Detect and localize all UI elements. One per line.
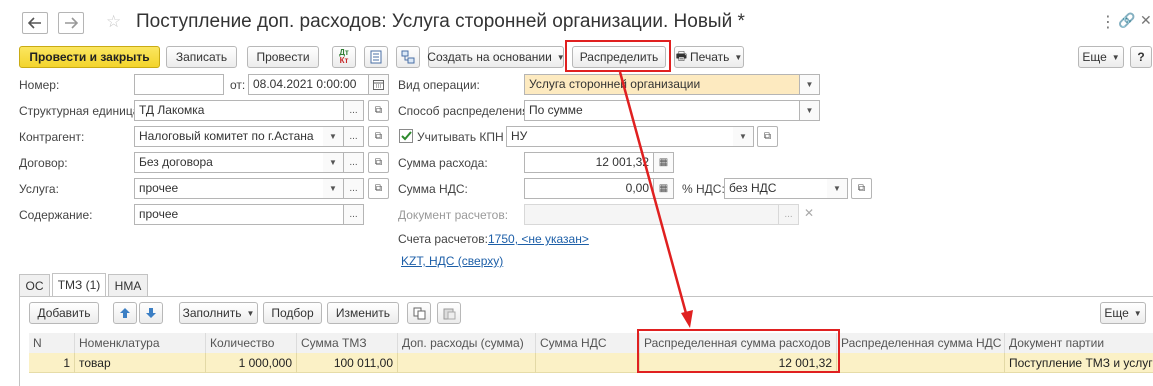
annotation-arrow	[618, 71, 693, 328]
